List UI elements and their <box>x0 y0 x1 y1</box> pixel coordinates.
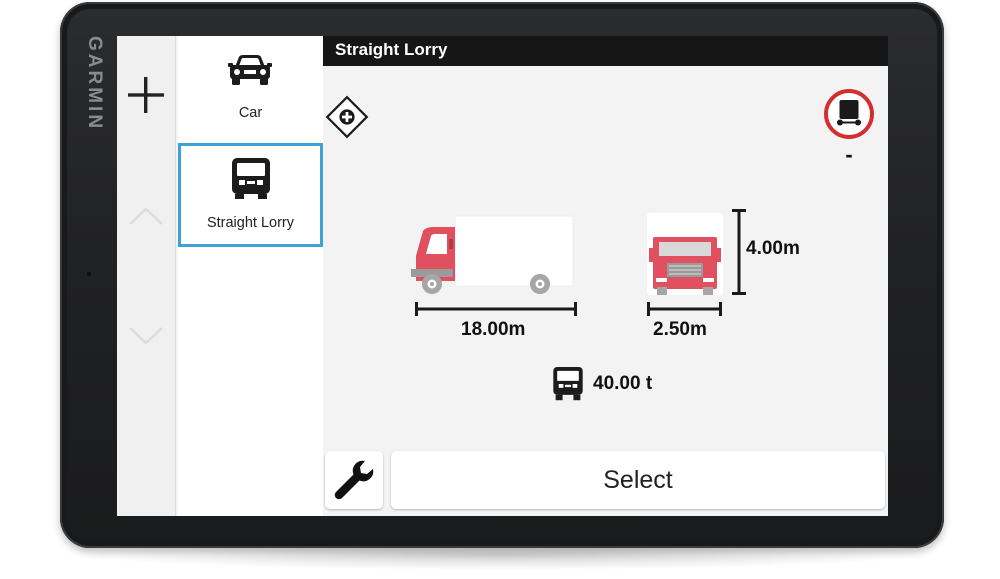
settings-button[interactable] <box>325 451 383 509</box>
plus-icon <box>128 77 164 113</box>
select-button[interactable]: Select <box>391 451 885 509</box>
height-dimension-line <box>732 209 746 295</box>
vehicle-label: Straight Lorry <box>206 215 295 231</box>
scroll-up-button[interactable] <box>127 204 165 228</box>
width-dimension-line <box>647 302 722 316</box>
weight-lorry-icon <box>553 367 583 401</box>
restriction-value: - <box>845 142 853 167</box>
action-bar: Select <box>323 450 888 516</box>
wrench-icon <box>334 460 374 500</box>
restriction-sign-button[interactable] <box>823 88 875 140</box>
light-sensor <box>87 272 91 276</box>
truck-front-view-icon <box>647 213 723 295</box>
hazmat-button[interactable] <box>323 93 371 141</box>
lorry-icon <box>232 158 270 199</box>
truck-side-view-icon <box>411 215 574 294</box>
add-vehicle-button[interactable] <box>125 74 167 116</box>
width-value: 2.50m <box>653 319 707 340</box>
height-value: 4.00m <box>746 238 800 259</box>
vehicle-item-straight-lorry[interactable]: Straight Lorry <box>178 143 323 247</box>
hazmat-diamond-icon <box>325 95 369 139</box>
vehicle-label: Car <box>238 105 263 121</box>
car-icon <box>228 55 272 85</box>
nav-column <box>117 36 176 516</box>
vehicle-item-car[interactable]: Car <box>178 36 323 140</box>
length-value: 18.00m <box>461 319 526 340</box>
scroll-down-button[interactable] <box>127 324 165 348</box>
no-trucks-sign-icon <box>824 89 874 139</box>
vehicle-profile-panel: - 18.00m 2.50m 4.00m 40.00 t <box>323 66 888 516</box>
page-title: Straight Lorry <box>323 36 888 66</box>
brand-logo: GARMIN <box>84 36 105 132</box>
length-dimension-line <box>415 302 577 316</box>
vehicle-list: Car Straight Lorry <box>178 36 324 516</box>
chevron-down-icon <box>129 327 163 345</box>
chevron-up-icon <box>129 207 163 225</box>
weight-value: 40.00 t <box>593 373 653 394</box>
screen: Car Straight Lorry Straight Lorry - 18.0… <box>117 36 888 516</box>
